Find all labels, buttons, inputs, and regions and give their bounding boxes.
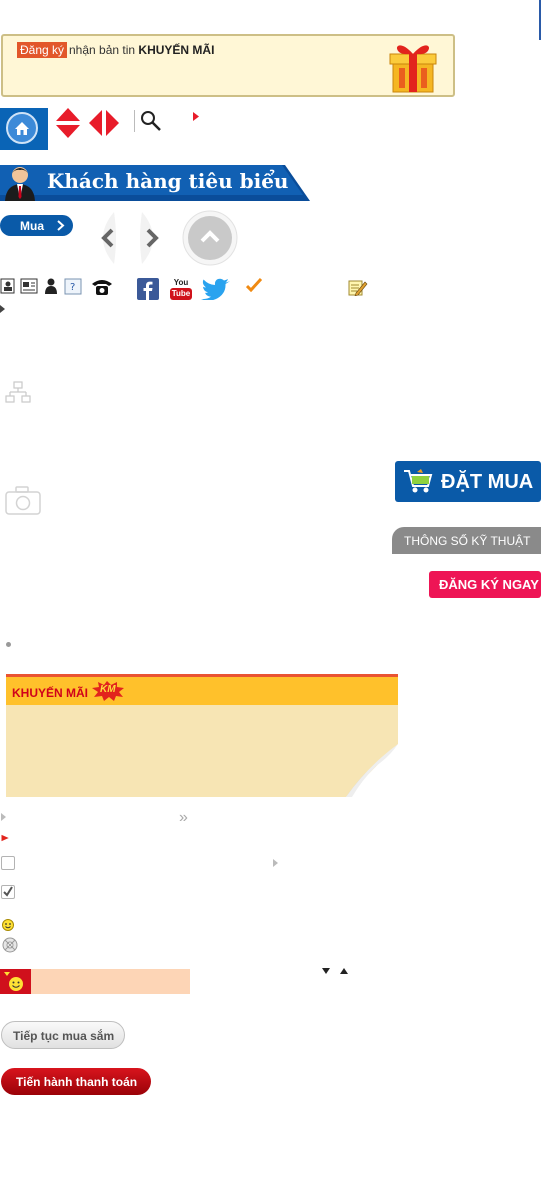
check-icon[interactable] bbox=[246, 278, 262, 292]
sitemap-icon[interactable] bbox=[5, 381, 31, 405]
twitter-icon[interactable] bbox=[201, 278, 231, 300]
red-arrow-icon bbox=[0, 833, 12, 843]
cart-icon bbox=[404, 469, 433, 493]
left-right-arrows-icon[interactable] bbox=[89, 110, 119, 136]
promotion-badge-icon: KM bbox=[90, 681, 124, 701]
buy-button[interactable]: Mua bbox=[0, 215, 73, 236]
continue-shopping-label: Tiếp tục mua sắm bbox=[13, 1029, 115, 1043]
facebook-icon[interactable] bbox=[137, 278, 159, 300]
emoji-badge-icon[interactable] bbox=[0, 969, 31, 994]
newsletter-banner: Đăng ký nhận bản tin KHUYẾN MÃI bbox=[1, 34, 455, 97]
bullet-dot bbox=[6, 642, 11, 647]
camera-icon[interactable] bbox=[5, 486, 41, 515]
newsletter-text-bold: KHUYẾN MÃI bbox=[138, 43, 215, 57]
newsletter-register-link[interactable]: Đăng ký bbox=[17, 42, 68, 58]
featured-customers-title: Khách hàng tiêu biểu bbox=[47, 169, 289, 193]
svg-text:?: ? bbox=[70, 282, 75, 293]
youtube-tube-text: Tube bbox=[170, 288, 192, 300]
specifications-button[interactable]: THÔNG SỐ KỸ THUẬT bbox=[392, 527, 541, 554]
home-icon bbox=[6, 112, 38, 144]
page-curl-icon bbox=[346, 744, 398, 797]
promotion-box: KHUYẾN MÃI KM bbox=[6, 674, 398, 797]
register-now-label: ĐĂNG KÝ NGAY bbox=[439, 577, 539, 592]
order-label: ĐẶT MUA bbox=[441, 471, 534, 493]
businessman-icon bbox=[5, 167, 35, 201]
order-button[interactable]: ĐẶT MUA bbox=[395, 461, 541, 502]
smiley-icon[interactable] bbox=[2, 919, 14, 931]
contacts-icon[interactable] bbox=[0, 278, 15, 294]
nav-separator bbox=[134, 110, 135, 132]
up-down-arrows-icon[interactable] bbox=[56, 108, 80, 138]
sort-arrows-icon[interactable] bbox=[322, 968, 350, 976]
checkbox-unchecked[interactable] bbox=[1, 856, 15, 870]
newsletter-text: nhận bản tin KHUYẾN MÃI bbox=[69, 43, 214, 57]
scroll-top-button[interactable] bbox=[182, 210, 238, 266]
checkbox-checked[interactable] bbox=[1, 885, 15, 899]
caret-right-icon[interactable] bbox=[193, 112, 199, 121]
buy-label: Mua bbox=[20, 219, 44, 233]
carousel-prev-button[interactable] bbox=[88, 210, 124, 266]
chevron-right-icon bbox=[57, 220, 65, 231]
gift-box-icon[interactable] bbox=[387, 38, 439, 94]
help-icon[interactable]: ? bbox=[64, 278, 82, 295]
checkout-button[interactable]: Tiến hành thanh toán bbox=[1, 1068, 151, 1095]
promotion-header: KHUYẾN MÃI KM bbox=[6, 674, 398, 705]
continue-shopping-button[interactable]: Tiếp tục mua sắm bbox=[1, 1021, 125, 1049]
emoji-bar bbox=[0, 969, 190, 994]
specifications-label: THÔNG SỐ KỸ THUẬT bbox=[404, 534, 531, 548]
featured-customers-header: Khách hàng tiêu biểu bbox=[0, 165, 310, 201]
carousel-next-button[interactable] bbox=[132, 210, 168, 266]
promotion-badge-text: KM bbox=[100, 684, 116, 695]
support-icon[interactable] bbox=[2, 937, 18, 953]
news-icon[interactable] bbox=[20, 278, 38, 294]
search-icon[interactable] bbox=[140, 110, 162, 132]
newsletter-text-prefix: nhận bản tin bbox=[69, 43, 136, 57]
checkout-label: Tiến hành thanh toán bbox=[16, 1075, 138, 1089]
double-arrow-icon[interactable]: » bbox=[179, 809, 188, 827]
person-icon[interactable] bbox=[44, 278, 58, 294]
home-button[interactable] bbox=[0, 108, 48, 150]
caret-right-icon bbox=[0, 305, 5, 313]
caret-right-icon bbox=[1, 813, 6, 821]
promotion-title: KHUYẾN MÃI bbox=[12, 686, 89, 700]
phone-icon[interactable] bbox=[91, 278, 113, 296]
youtube-icon[interactable]: You Tube bbox=[170, 278, 192, 300]
youtube-you-text: You bbox=[173, 278, 189, 287]
register-now-button[interactable]: ĐĂNG KÝ NGAY bbox=[429, 571, 541, 598]
edit-icon[interactable] bbox=[348, 278, 368, 296]
caret-right-icon bbox=[273, 859, 278, 867]
